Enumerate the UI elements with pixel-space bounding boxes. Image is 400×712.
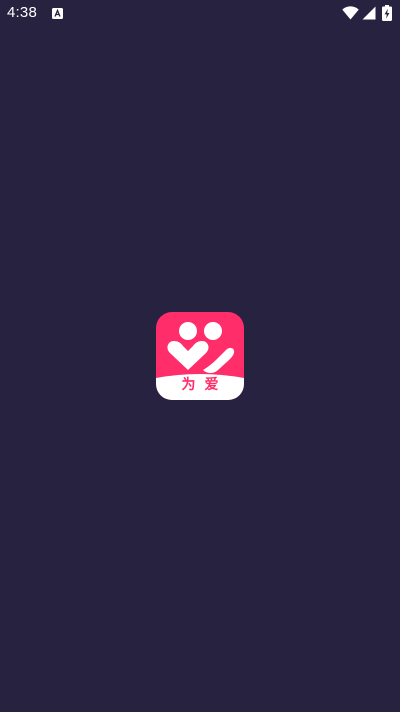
status-bar: 4:38 bbox=[0, 0, 400, 26]
splash-screen: 4:38 为爱 bbox=[0, 0, 400, 712]
status-time: 4:38 bbox=[7, 4, 37, 21]
logo-text: 为爱 bbox=[181, 377, 228, 393]
cellular-signal-icon bbox=[362, 6, 376, 20]
wifi-icon bbox=[342, 6, 359, 20]
battery-charging-icon bbox=[382, 5, 392, 21]
accessibility-a-icon bbox=[52, 8, 63, 19]
app-logo: 为爱 bbox=[156, 312, 244, 400]
